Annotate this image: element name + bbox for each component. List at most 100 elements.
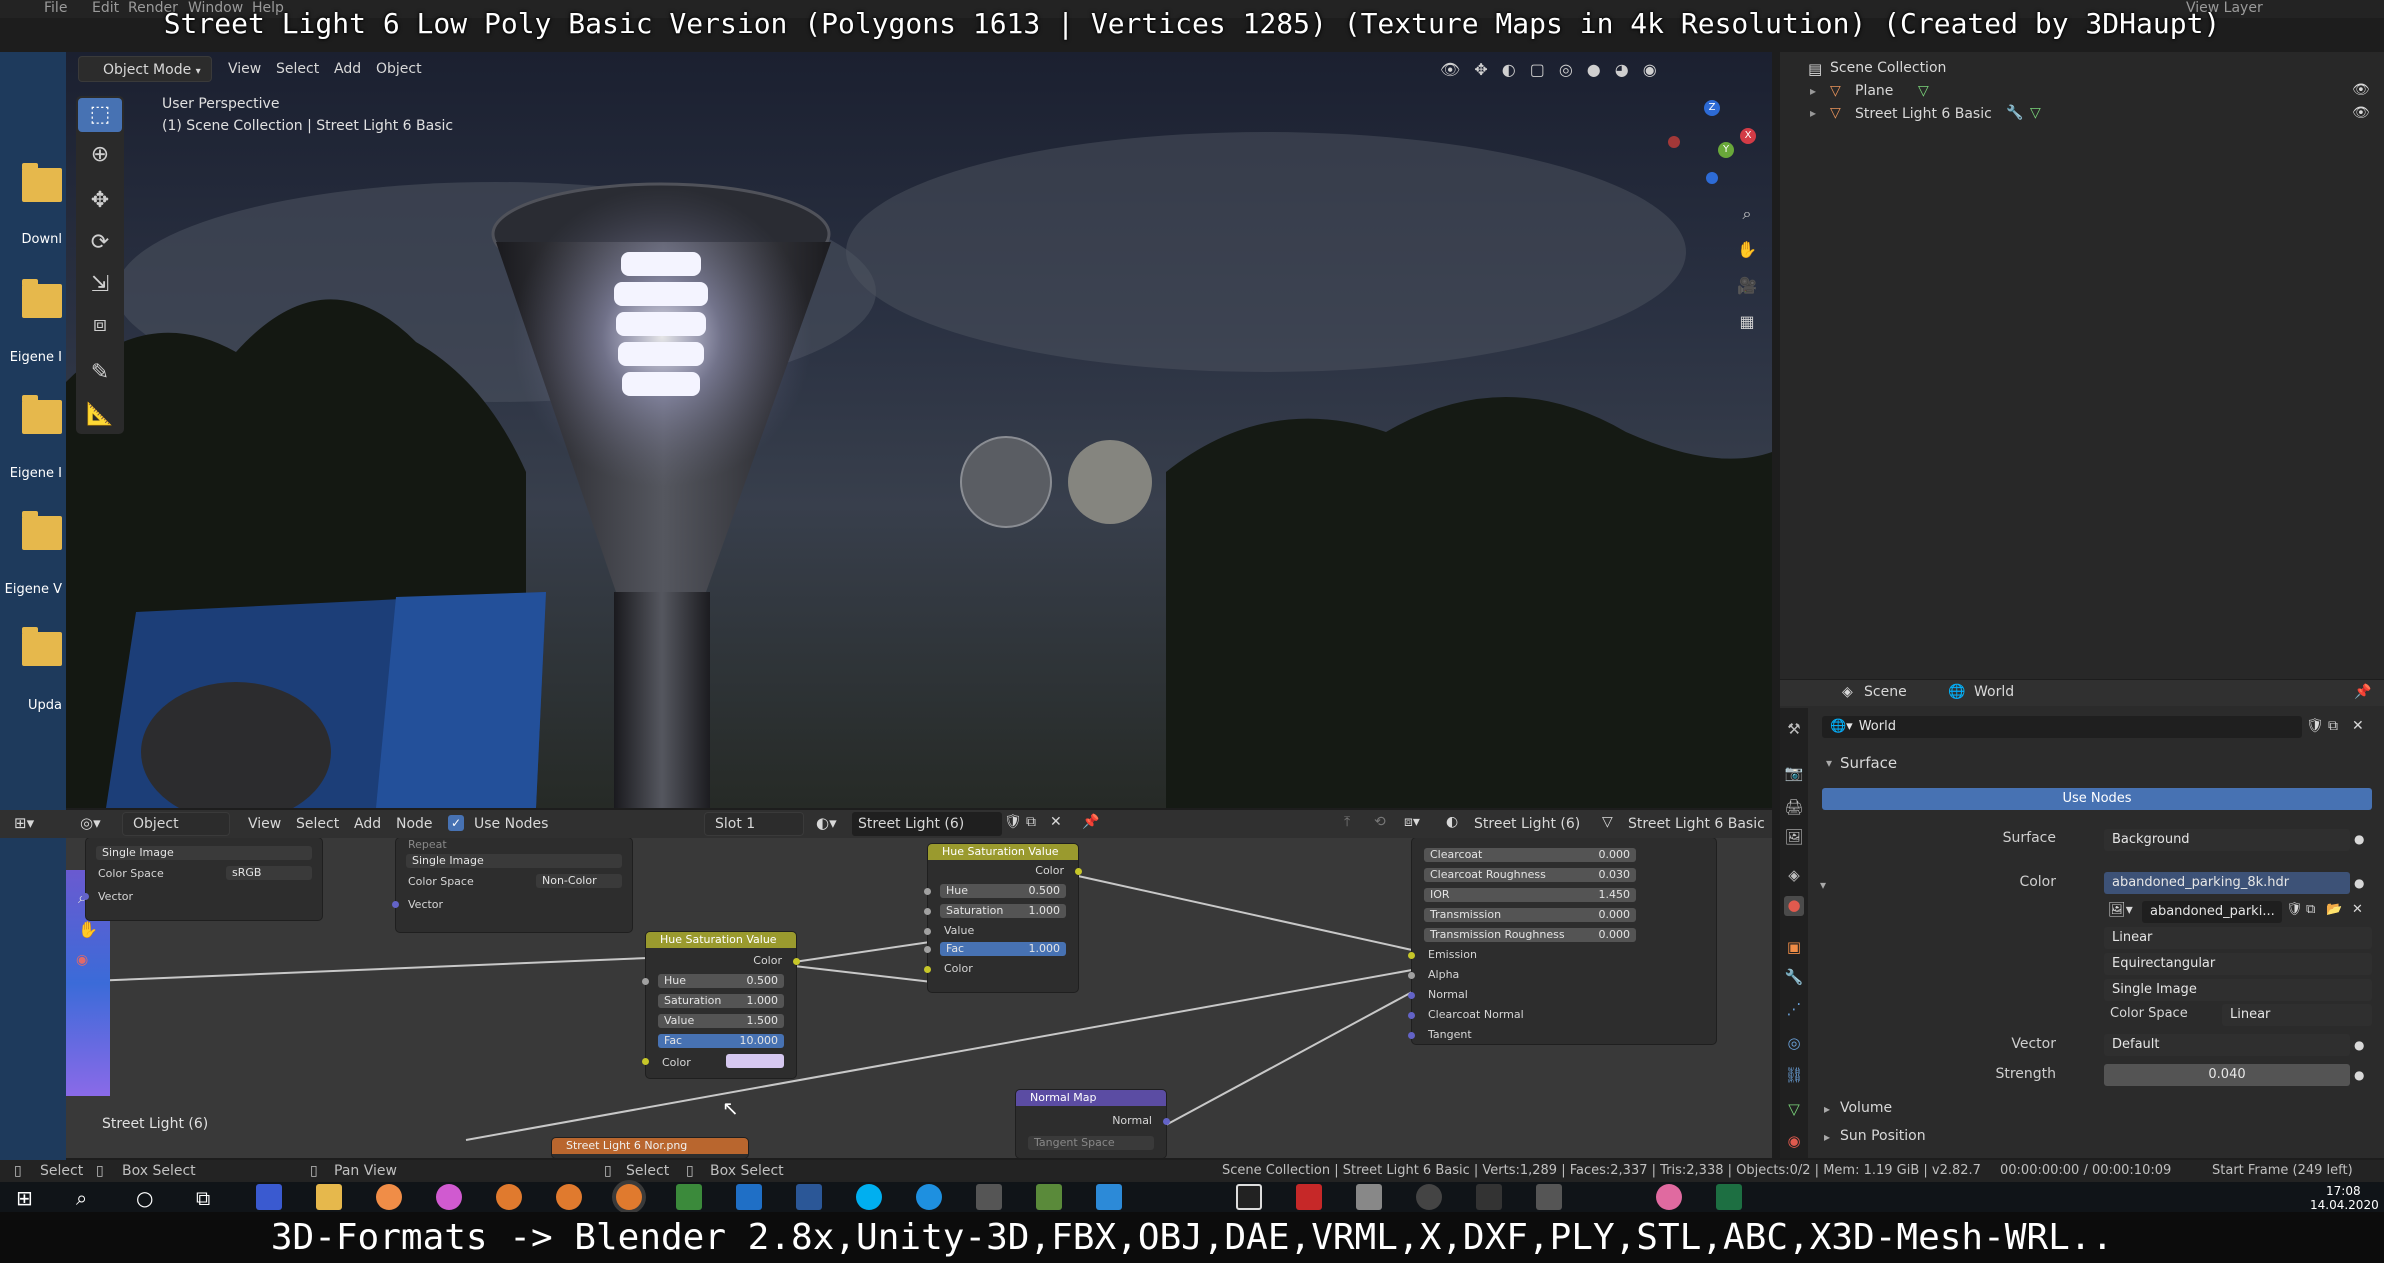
blender-logo-icon[interactable] — [1416, 1184, 1442, 1210]
firefox-dev-icon[interactable] — [436, 1184, 462, 1210]
solid-shading-icon[interactable]: ● — [1587, 60, 1601, 80]
rendered-shading-icon[interactable]: ◉ — [1643, 60, 1657, 80]
value-field[interactable]: Value 1.500 — [658, 1014, 784, 1028]
excel-icon[interactable] — [1716, 1184, 1742, 1210]
socket-vector[interactable] — [392, 901, 399, 908]
menu-object[interactable]: Object — [376, 56, 422, 82]
vector-app-icon[interactable] — [1236, 1184, 1262, 1210]
blender-icon[interactable] — [556, 1184, 582, 1210]
clearcoat-roughness-field[interactable]: Clearcoat Roughness 0.030 — [1424, 868, 1636, 882]
physics-tab-icon[interactable]: ◎ — [1784, 1034, 1804, 1054]
task-view-icon[interactable]: ⧉ — [196, 1186, 210, 1210]
view-layer-tab-icon[interactable]: 🖼 — [1784, 828, 1804, 848]
word-icon[interactable] — [796, 1184, 822, 1210]
clearcoat-field[interactable]: Clearcoat 0.000 — [1424, 848, 1636, 862]
scene-tab-icon[interactable]: ◈ — [1784, 866, 1804, 886]
maps-icon[interactable] — [1656, 1184, 1682, 1210]
eye-visibility-icon[interactable]: 👁 — [2352, 105, 2370, 121]
cortana-icon[interactable]: ○ — [136, 1186, 153, 1210]
transmission-field[interactable]: Transmission 0.000 — [1424, 908, 1636, 922]
projection-dropdown[interactable]: Equirectangular — [2104, 953, 2372, 975]
pan-hand-icon[interactable]: ✋ — [1736, 232, 1758, 268]
shader-type-dropdown[interactable]: Object — [122, 812, 230, 836]
use-nodes-button[interactable]: Use Nodes — [1822, 788, 2372, 810]
menu-select[interactable]: Select — [276, 56, 319, 82]
duplicate-icon[interactable]: ⧉ — [2306, 902, 2315, 917]
principled-bsdf-node[interactable]: Clearcoat 0.000 Clearcoat Roughness 0.030 … — [1408, 838, 1716, 1044]
color-swatch[interactable] — [726, 1054, 784, 1068]
fake-user-icon[interactable]: 🛡 — [2306, 718, 2324, 734]
windows-start-icon[interactable]: ⊞ — [16, 1186, 33, 1210]
gizmo-neg-z[interactable] — [1706, 172, 1718, 184]
folder-icon[interactable] — [22, 395, 62, 434]
tool-tab-icon[interactable]: ⚒ — [1784, 720, 1804, 740]
socket-clearcoat-normal[interactable] — [1408, 1012, 1415, 1019]
surface-shader-field[interactable]: Background — [2104, 829, 2350, 851]
color-environment-field[interactable]: abandoned_parking_8k.hdr — [2104, 872, 2350, 894]
socket-tangent[interactable] — [1408, 1032, 1415, 1039]
socket-emission[interactable] — [1408, 952, 1415, 959]
hue-field[interactable]: Hue 0.500 — [940, 884, 1066, 898]
colorspace-dropdown[interactable]: sRGB — [226, 866, 312, 880]
image-texture-node[interactable]: Street Light 6 Nor.png — [552, 1138, 748, 1158]
file-explorer-icon[interactable] — [316, 1184, 342, 1210]
space-dropdown[interactable]: Tangent Space — [1028, 1136, 1154, 1150]
folder-icon[interactable] — [22, 511, 62, 550]
transmission-roughness-field[interactable]: Transmission Roughness 0.000 — [1424, 928, 1636, 942]
pin-icon[interactable]: 📌 — [1082, 814, 1099, 830]
image-texture-node[interactable]: Single Image Color Space sRGB Vector — [82, 838, 322, 920]
fac-field[interactable]: Fac 10.000 — [658, 1034, 784, 1048]
editor-type-icon[interactable]: ⊞▾ — [14, 814, 34, 832]
image-texture-node[interactable]: Repeat Single Image Color Space Non-Colo… — [392, 838, 632, 932]
collapse-arrow-icon[interactable]: ▾ — [1826, 756, 1832, 770]
socket-normal-out[interactable] — [1163, 1118, 1170, 1125]
material-browse-icon[interactable]: ◐▾ — [816, 814, 837, 832]
move-icon[interactable]: ✥ — [78, 184, 122, 218]
unity-icon[interactable] — [1356, 1184, 1382, 1210]
hue-field[interactable]: Hue 0.500 — [658, 974, 784, 988]
expand-arrow-icon[interactable]: ▸ — [1810, 106, 1816, 120]
fake-user-icon[interactable]: 🛡 — [2286, 902, 2303, 917]
node-title[interactable]: Street Light 6 Nor.png — [552, 1138, 748, 1154]
duplicate-icon[interactable]: ⧉ — [1026, 814, 1036, 830]
socket-alpha[interactable] — [1408, 972, 1415, 979]
data-tab-icon[interactable]: ▽ — [1784, 1100, 1804, 1120]
particles-tab-icon[interactable]: ⋰ — [1784, 1000, 1804, 1020]
open-image-icon[interactable]: 📂 — [2326, 902, 2342, 917]
socket-input[interactable] — [924, 946, 931, 953]
socket-dot-icon[interactable]: ● — [2354, 1038, 2364, 1052]
render-tab-icon[interactable]: 📷 — [1784, 764, 1804, 784]
acrobat-icon[interactable] — [1296, 1184, 1322, 1210]
world-name-field[interactable]: 🌐▾ World — [1822, 716, 2302, 738]
socket-color-in[interactable] — [924, 966, 931, 973]
saturation-field[interactable]: Saturation 1.000 — [658, 994, 784, 1008]
strength-slider[interactable]: 0.040 — [2104, 1064, 2350, 1086]
cursor-icon[interactable]: ⊕ — [78, 138, 122, 172]
source-dropdown[interactable]: Single Image — [2104, 979, 2372, 1001]
outlook-icon[interactable] — [736, 1184, 762, 1210]
ior-field[interactable]: IOR 1.450 — [1424, 888, 1636, 902]
socket-input[interactable] — [924, 908, 931, 915]
select-box-icon[interactable]: ⬚ — [78, 98, 122, 132]
breadcrumb-material[interactable]: Street Light (6) — [1474, 812, 1580, 836]
duplicate-icon[interactable]: ⧉ — [2328, 718, 2338, 734]
eye-visibility-icon[interactable]: 👁 — [2352, 82, 2370, 98]
hue-saturation-node[interactable]: Hue Saturation Value Color Hue 0.500 Satu… — [924, 844, 1082, 992]
source-dropdown[interactable]: Single Image — [406, 854, 622, 868]
node-title[interactable]: Hue Saturation Value — [928, 844, 1078, 860]
colorspace-dropdown[interactable]: Non-Color — [536, 874, 622, 888]
unlink-close-icon[interactable]: ✕ — [1050, 814, 1062, 830]
socket-input[interactable] — [924, 888, 931, 895]
colorspace-dropdown[interactable]: Linear — [2222, 1004, 2372, 1026]
camera-icon[interactable]: 🎥 — [1736, 268, 1758, 304]
constraints-tab-icon[interactable]: ⛓ — [1784, 1066, 1804, 1086]
socket-color-in[interactable] — [642, 1058, 649, 1065]
view-settings-icon[interactable]: ◉ — [76, 952, 88, 968]
skype-icon[interactable] — [856, 1184, 882, 1210]
socket-input[interactable] — [642, 978, 649, 985]
image-name-field[interactable]: abandoned_parki... — [2142, 901, 2282, 923]
breadcrumb-object[interactable]: Street Light 6 Basic — [1628, 812, 1765, 836]
volume-section[interactable]: Volume — [1840, 1100, 1892, 1116]
material-shading-icon[interactable]: ◕ — [1615, 60, 1629, 80]
3d-viewport[interactable] — [66, 52, 1772, 808]
